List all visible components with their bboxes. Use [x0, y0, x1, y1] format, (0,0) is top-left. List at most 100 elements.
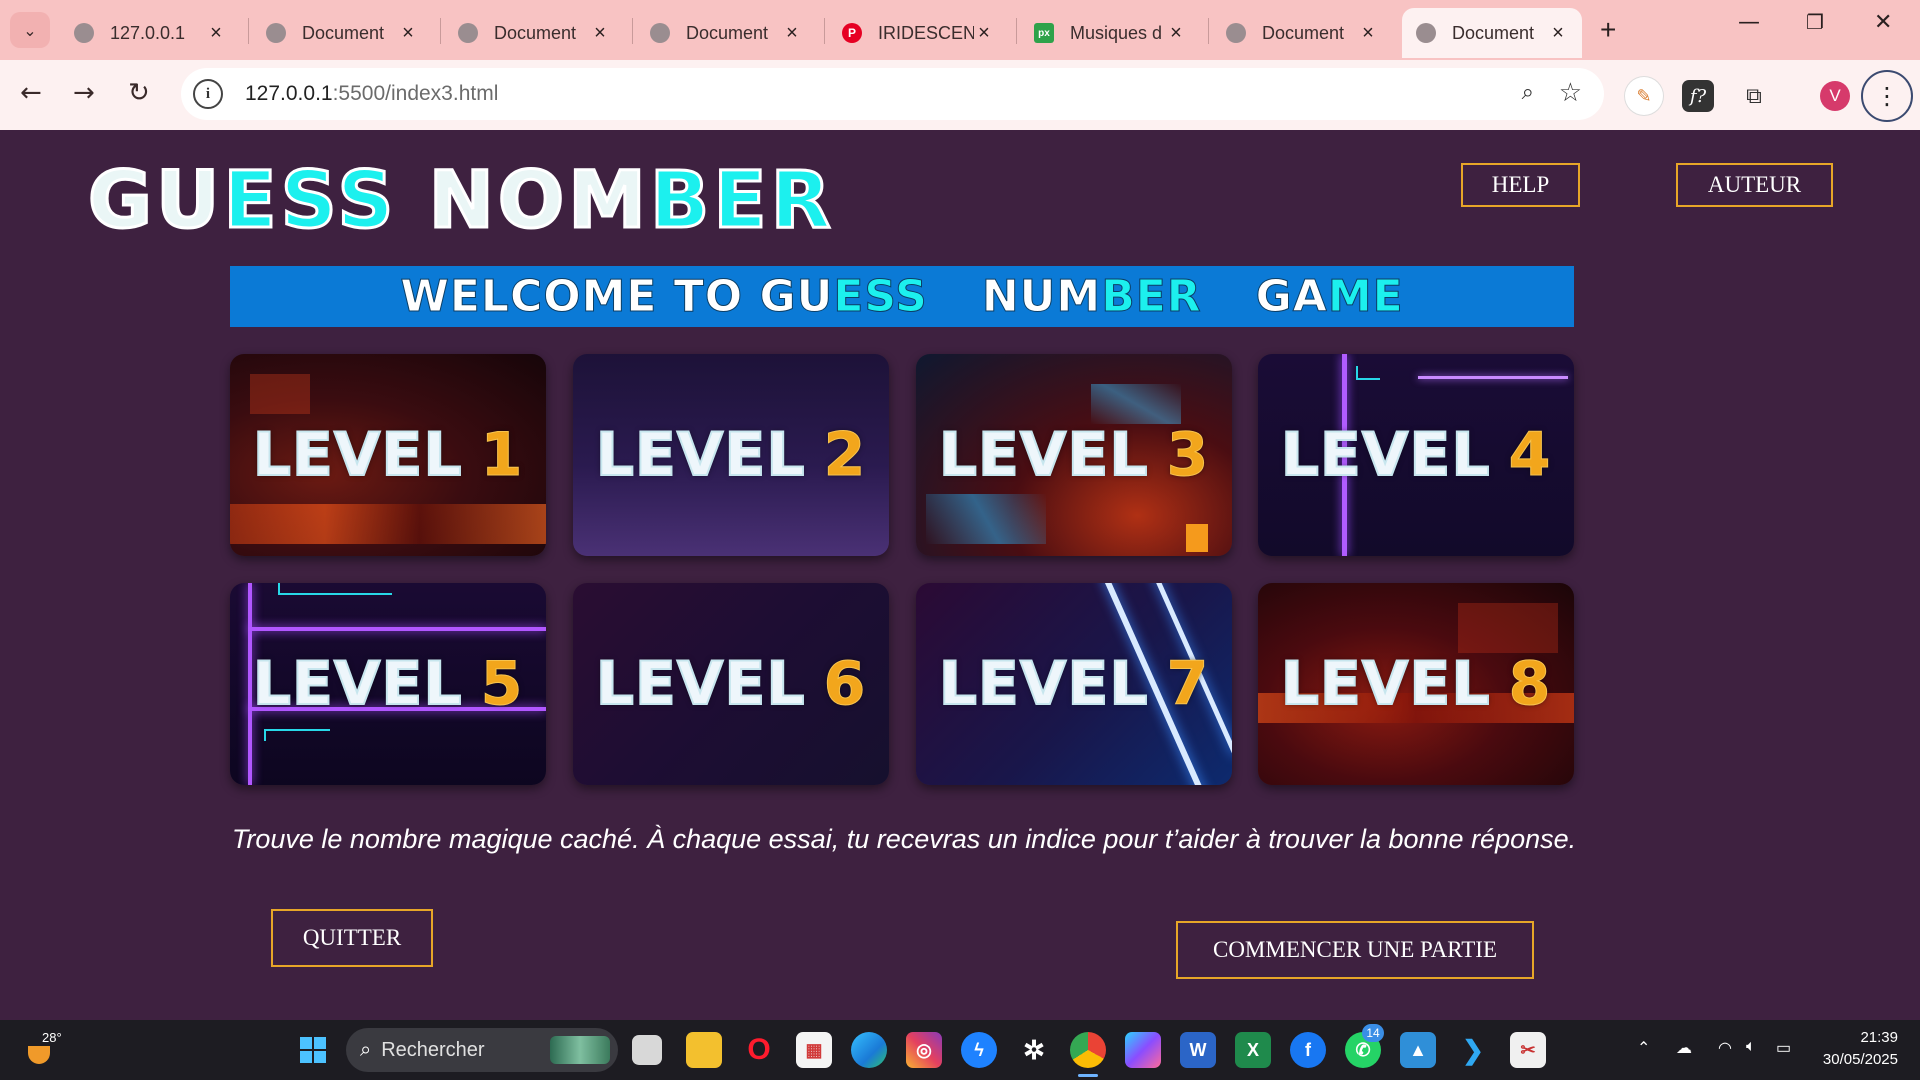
browser-tab[interactable]: Document ×: [444, 8, 624, 58]
forward-arrow-icon[interactable]: →: [73, 78, 95, 108]
level-8-card[interactable]: LEVEL 8: [1258, 583, 1574, 785]
taskbar-search[interactable]: ⌕ Rechercher: [346, 1028, 618, 1072]
decor-block: [250, 374, 310, 414]
chatgpt-icon[interactable]: ✲: [1016, 1032, 1052, 1068]
close-tab-icon[interactable]: ×: [590, 22, 610, 45]
browser-tab[interactable]: 127.0.0.1 ×: [60, 8, 240, 58]
wifi-icon[interactable]: ◠: [1718, 1038, 1732, 1058]
close-window-icon[interactable]: ✕: [1874, 10, 1892, 35]
snipping-tool-icon[interactable]: ✂: [1510, 1032, 1546, 1068]
task-view-icon[interactable]: [632, 1035, 662, 1065]
quit-button[interactable]: QUITTER: [271, 909, 433, 967]
extension-fx-icon[interactable]: f?: [1682, 80, 1714, 112]
close-tab-icon[interactable]: ×: [398, 22, 418, 45]
tab-title: Document: [494, 22, 577, 43]
game-page: GUESS NOMBER HELP AUTEUR WELCOME TO GU ES…: [0, 130, 1920, 1020]
close-tab-icon[interactable]: ×: [974, 22, 994, 45]
level-word: LEVEL: [252, 419, 463, 491]
decor-neon-corner: [1356, 366, 1380, 380]
level-label: LEVEL 5: [252, 648, 524, 720]
close-tab-icon[interactable]: ×: [206, 22, 226, 45]
back-arrow-icon[interactable]: ←: [20, 78, 42, 108]
messenger-icon[interactable]: ϟ: [961, 1032, 997, 1068]
restore-icon[interactable]: ❐: [1806, 10, 1824, 34]
browser-tab[interactable]: Document ×: [1212, 8, 1392, 58]
browser-tab[interactable]: px Musiques d ×: [1020, 8, 1200, 58]
facebook-icon[interactable]: f: [1290, 1032, 1326, 1068]
browser-tab[interactable]: P IRIDESCENT ×: [828, 8, 1008, 58]
banner-text: GA: [1255, 271, 1328, 323]
battery-icon[interactable]: ▭: [1776, 1038, 1791, 1058]
level-6-card[interactable]: LEVEL 6: [573, 583, 889, 785]
browser-tab-active[interactable]: Document ×: [1402, 8, 1582, 58]
globe-icon: [650, 23, 670, 43]
close-tab-icon[interactable]: ×: [1548, 22, 1568, 45]
level-number: 7: [1166, 649, 1210, 720]
level-3-card[interactable]: LEVEL 3: [916, 354, 1232, 556]
chevron-down-icon: ⌄: [23, 20, 37, 40]
weather-widget[interactable]: 28°: [24, 1030, 62, 1066]
close-tab-icon[interactable]: ×: [1166, 22, 1186, 45]
extensions-puzzle-icon[interactable]: ⧉: [1735, 77, 1773, 115]
browser-menu-icon[interactable]: ⋮: [1861, 70, 1913, 122]
level-4-card[interactable]: LEVEL 4: [1258, 354, 1574, 556]
author-button[interactable]: AUTEUR: [1676, 163, 1833, 207]
decor-neon-corner: [264, 729, 330, 741]
vscode-icon[interactable]: ❯: [1455, 1032, 1491, 1068]
edge-icon[interactable]: [851, 1032, 887, 1068]
level-7-card[interactable]: LEVEL 7: [916, 583, 1232, 785]
weather-temp: 28°: [42, 1030, 62, 1045]
zoom-icon[interactable]: ⌕: [1522, 80, 1534, 105]
chrome-icon[interactable]: [1070, 1032, 1106, 1068]
search-placeholder: Rechercher: [381, 1038, 485, 1061]
system-clock[interactable]: 21:39 30/05/2025: [1823, 1027, 1898, 1071]
file-explorer-icon[interactable]: [686, 1032, 722, 1068]
search-icon: ⌕: [360, 1038, 372, 1061]
tab-divider: [632, 18, 633, 44]
logo-part: BER: [648, 156, 835, 246]
level-number: 4: [1508, 420, 1552, 491]
close-tab-icon[interactable]: ×: [1358, 22, 1378, 45]
globe-icon: [74, 23, 94, 43]
level-2-card[interactable]: LEVEL 2: [573, 354, 889, 556]
browser-tab[interactable]: Document ×: [636, 8, 816, 58]
volume-icon[interactable]: 🔈︎: [1746, 1038, 1756, 1056]
url-path: :5500/index3.html: [332, 82, 499, 105]
extension-pen-icon[interactable]: ✎: [1625, 77, 1663, 115]
cloud-offline-icon[interactable]: ☁: [1676, 1038, 1692, 1058]
welcome-banner: WELCOME TO GU ESS NUM BER GA ME: [230, 266, 1574, 327]
start-game-button[interactable]: COMMENCER UNE PARTIE: [1176, 921, 1534, 979]
decor-neon-line: [248, 627, 546, 631]
close-tab-icon[interactable]: ×: [782, 22, 802, 45]
excel-icon[interactable]: X: [1235, 1032, 1271, 1068]
level-label: LEVEL 3: [938, 419, 1210, 491]
minimize-icon[interactable]: —: [1738, 10, 1760, 35]
store-icon[interactable]: ▦: [796, 1032, 832, 1068]
copilot-icon[interactable]: [1125, 1032, 1161, 1068]
weather-icon: [28, 1046, 50, 1064]
globe-icon: [1416, 23, 1436, 43]
bookmark-star-icon[interactable]: ☆: [1559, 78, 1582, 108]
opera-icon[interactable]: O: [741, 1032, 777, 1068]
tab-title: IRIDESCENT: [878, 22, 974, 43]
browser-tab[interactable]: Document ×: [252, 8, 432, 58]
help-button[interactable]: HELP: [1461, 163, 1580, 207]
active-app-indicator: [1078, 1074, 1098, 1077]
chevron-up-icon[interactable]: ⌃: [1637, 1038, 1650, 1058]
level-5-card[interactable]: LEVEL 5: [230, 583, 546, 785]
profile-avatar[interactable]: V: [1820, 81, 1850, 111]
level-1-card[interactable]: LEVEL 1: [230, 354, 546, 556]
windows-start-icon[interactable]: [295, 1032, 331, 1068]
tab-search-button[interactable]: ⌄: [10, 12, 50, 48]
site-info-icon[interactable]: i: [193, 79, 223, 109]
instagram-icon[interactable]: ◎: [906, 1032, 942, 1068]
reload-icon[interactable]: ↻: [128, 78, 150, 108]
address-url[interactable]: 127.0.0.1:5500/index3.html: [245, 82, 498, 106]
new-tab-button[interactable]: +: [1600, 14, 1616, 46]
tab-title: Document: [302, 22, 385, 43]
word-icon[interactable]: W: [1180, 1032, 1216, 1068]
photos-icon[interactable]: ▲: [1400, 1032, 1436, 1068]
tab-divider: [440, 18, 441, 44]
address-bar[interactable]: i 127.0.0.1:5500/index3.html ⌕ ☆: [181, 68, 1604, 120]
banner-text: WELCOME TO GU: [400, 271, 834, 323]
